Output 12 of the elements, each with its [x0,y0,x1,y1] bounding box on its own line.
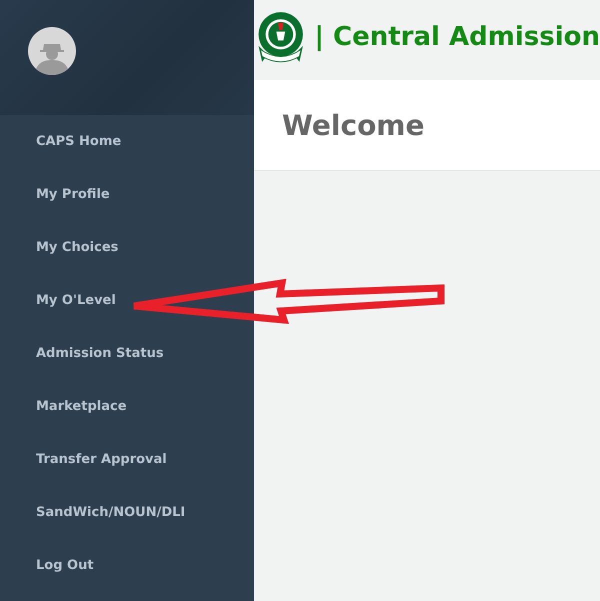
sidebar-item[interactable]: My O'Level [0,282,254,335]
sidebar-item[interactable]: Transfer Approval [0,441,254,494]
sidebar-item[interactable]: My Choices [0,229,254,282]
sidebar-item[interactable]: Admission Status [0,335,254,388]
sidebar-item[interactable]: My Profile [0,176,254,229]
panel-title: Welcome [282,108,424,142]
site-title: | Central Admission [314,22,600,52]
sidebar-item[interactable]: Marketplace [0,388,254,441]
sidebar-item[interactable]: Log Out [0,547,254,600]
sidebar-item[interactable]: SandWich/NOUN/DLI [0,494,254,547]
sidebar-item[interactable]: CAPS Home [0,123,254,176]
avatar-icon [28,27,76,75]
